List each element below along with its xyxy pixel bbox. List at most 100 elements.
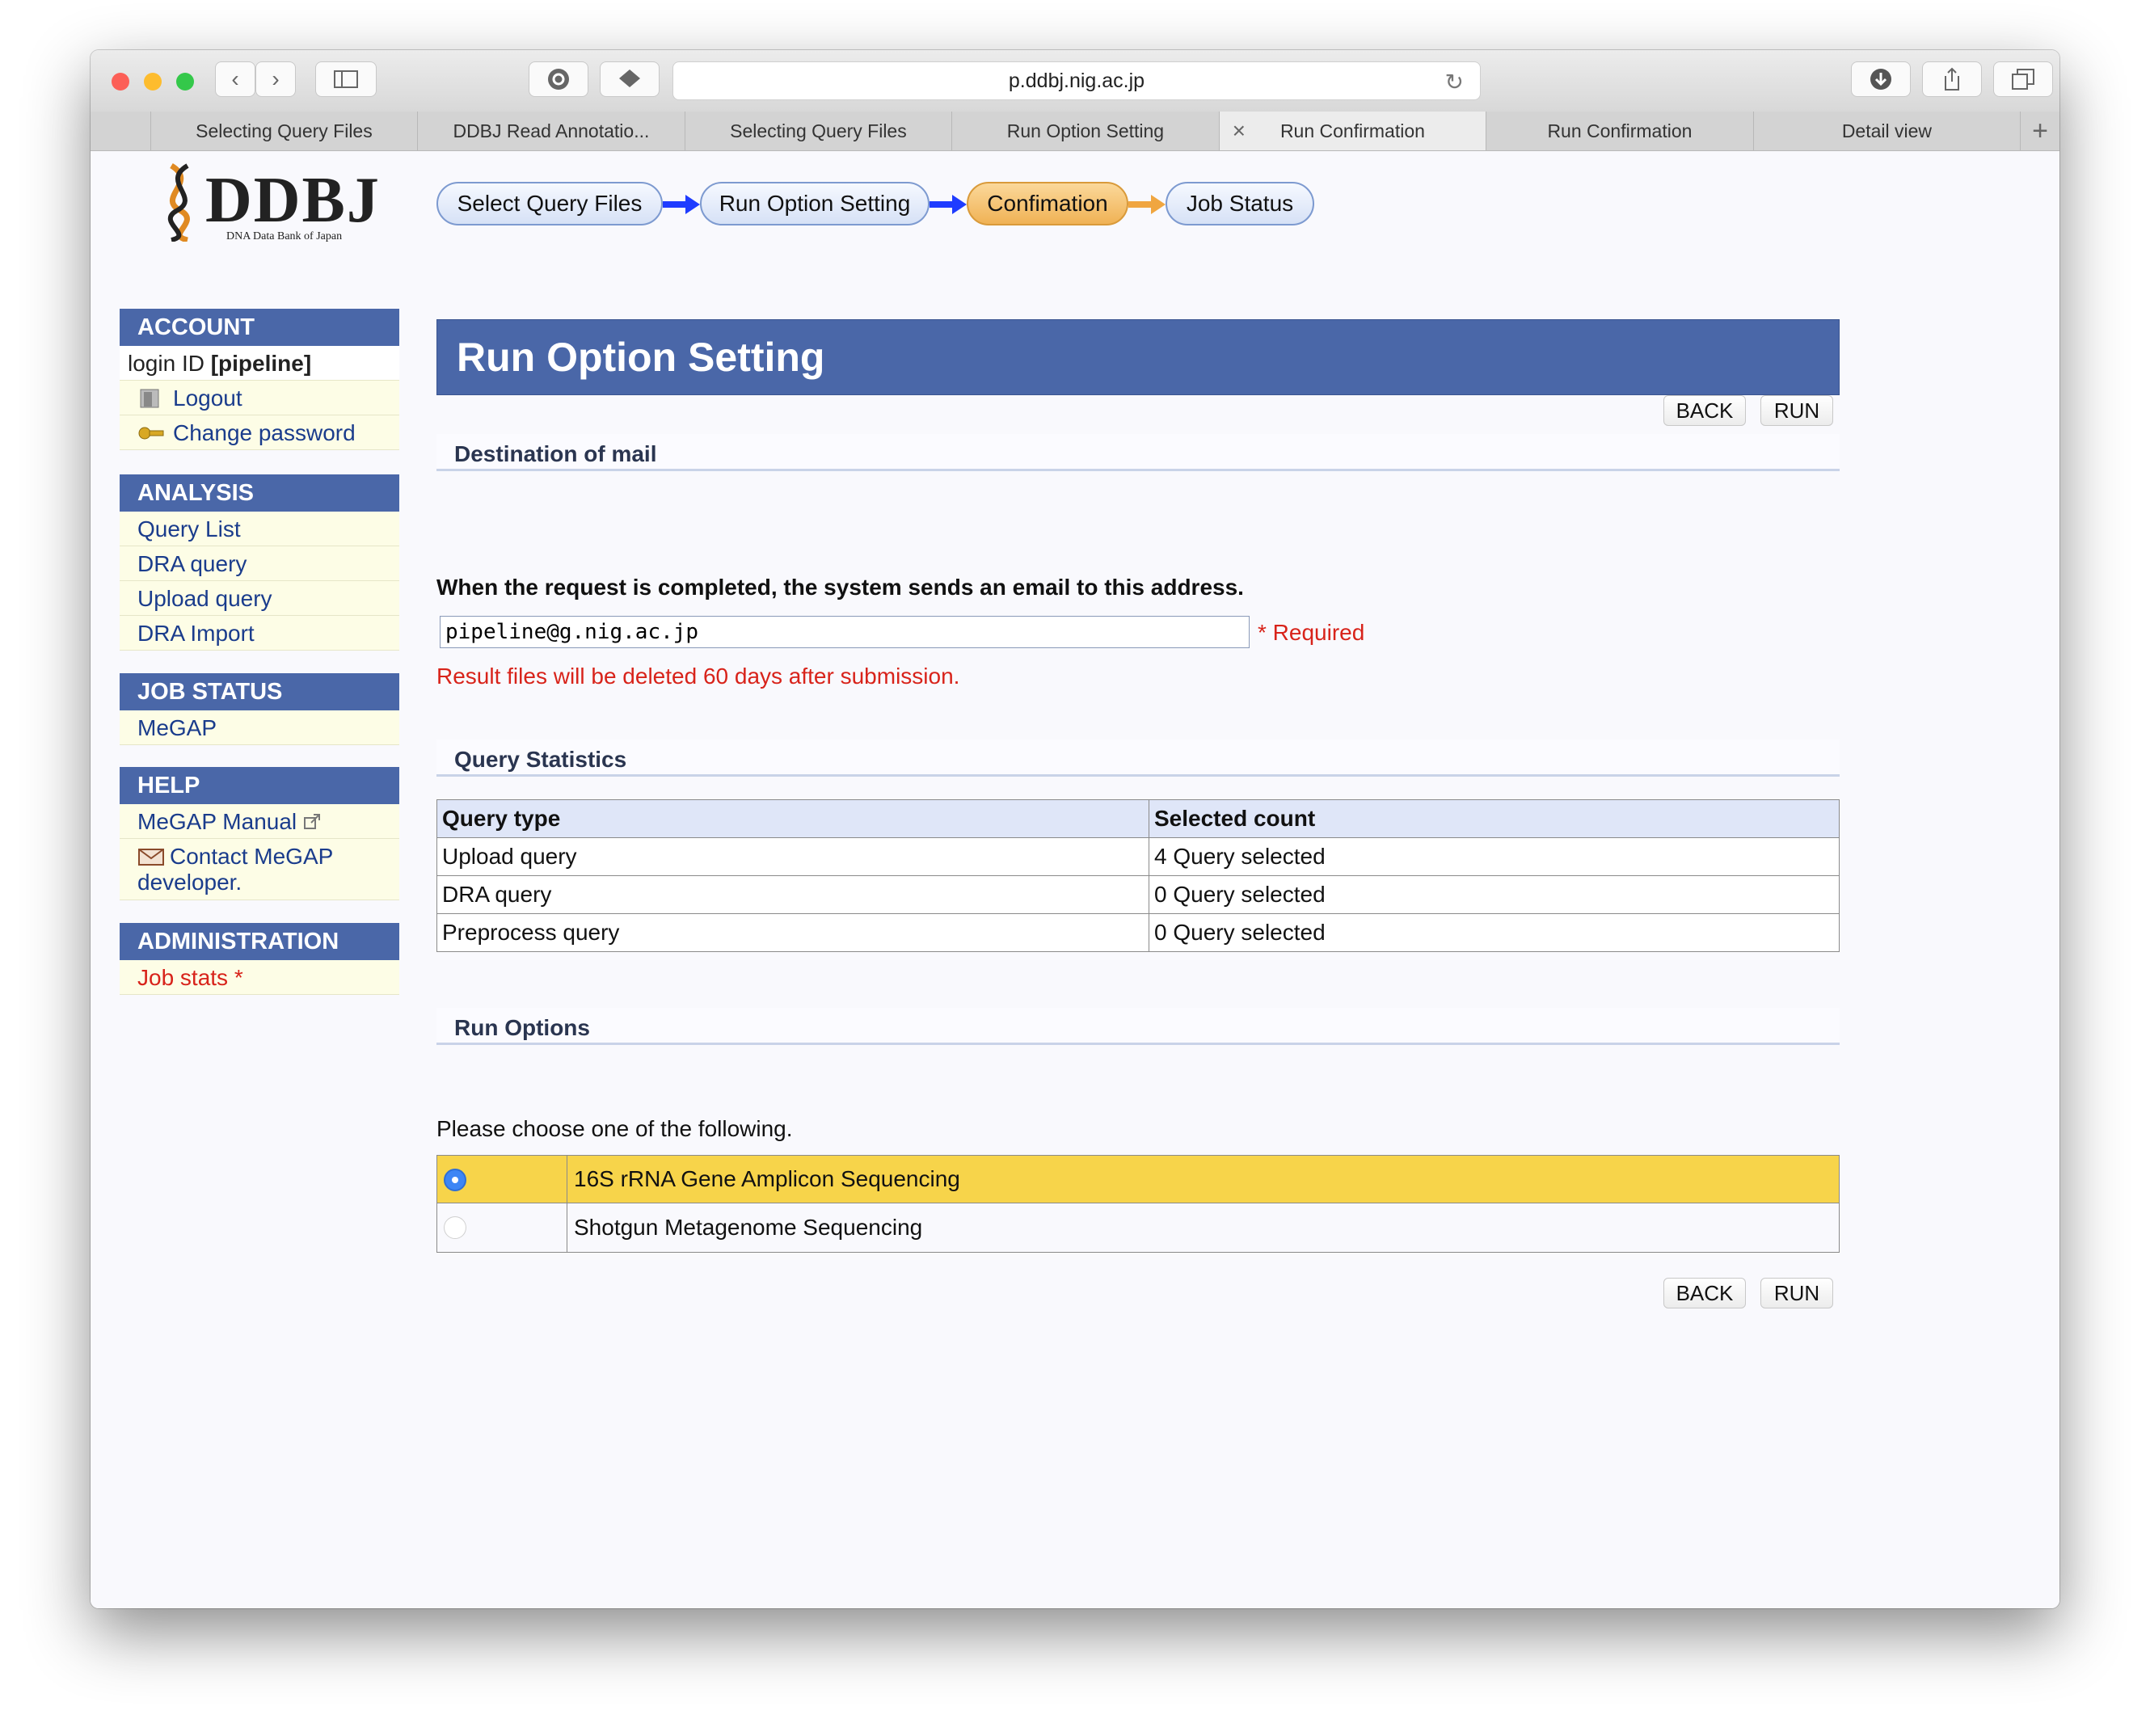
query-statistics-table: Query type Selected count Upload query 4… (436, 799, 1840, 952)
job-status-section: JOB STATUS MeGAP (120, 673, 399, 745)
close-tab-icon[interactable]: × (1233, 118, 1246, 144)
help-heading: HELP (120, 767, 399, 804)
mail-description: When the request is completed, the syste… (436, 575, 1244, 600)
table-row: Preprocess query 0 Query selected (436, 913, 1840, 952)
tab-run-option-setting[interactable]: Run Option Setting (952, 112, 1220, 150)
selected-count-cell: 0 Query selected (1149, 913, 1840, 952)
account-section: ACCOUNT login ID [pipeline] Logout Chang… (120, 309, 399, 450)
column-query-type: Query type (436, 799, 1149, 838)
table-row: DRA query 0 Query selected (436, 875, 1840, 914)
zoom-window-button[interactable] (176, 73, 194, 91)
run-button-top[interactable]: RUN (1760, 395, 1833, 426)
run-button-bottom[interactable]: RUN (1760, 1278, 1833, 1308)
extension-icon (619, 70, 640, 87)
dna-helix-icon (167, 162, 190, 242)
dra-query-link[interactable]: DRA query (120, 546, 399, 581)
plus-icon: + (2032, 115, 2048, 146)
chevron-left-icon: ‹ (231, 66, 239, 91)
tabs-icon (2012, 69, 2034, 90)
megap-job-status-link[interactable]: MeGAP (120, 710, 399, 745)
ddbj-logo[interactable]: DDBJ DNA Data Bank of Japan (149, 161, 379, 242)
query-type-cell: Preprocess query (436, 913, 1149, 952)
selected-count-cell: 4 Query selected (1149, 837, 1840, 876)
browser-toolbar: ‹ › p.ddbj.nig.ac.jp ↻ (91, 50, 2059, 112)
grammarly-extension-button[interactable] (529, 61, 588, 97)
step-select-query-files[interactable]: Select Query Files (436, 182, 663, 225)
back-button-top[interactable]: BACK (1663, 395, 1746, 426)
step-confirmation[interactable]: Confimation (967, 182, 1128, 225)
administration-heading: ADMINISTRATION (120, 923, 399, 960)
logout-link[interactable]: Logout (120, 381, 399, 415)
external-link-icon (303, 814, 320, 829)
option-label: Shotgun Metagenome Sequencing (574, 1215, 923, 1240)
step-arrow-icon (930, 195, 967, 214)
option-16s-amplicon-row[interactable]: 16S rRNA Gene Amplicon Sequencing (437, 1156, 1839, 1203)
required-label: * Required (1258, 620, 1365, 645)
megap-manual-link[interactable]: MeGAP Manual (120, 804, 399, 839)
tab-run-confirmation-active[interactable]: × Run Confirmation (1219, 112, 1487, 150)
job-stats-link[interactable]: Job stats * (120, 960, 399, 995)
tab-ddbj-read-annotation[interactable]: DDBJ Read Annotatio... (418, 112, 685, 150)
dra-import-link[interactable]: DRA Import (120, 616, 399, 651)
account-heading: ACCOUNT (120, 309, 399, 346)
stats-section-heading: Query Statistics (436, 739, 1840, 777)
step-arrow-icon (663, 195, 700, 214)
table-header-row: Query type Selected count (436, 799, 1840, 838)
run-options-heading: Run Options (436, 1008, 1840, 1045)
key-icon (138, 427, 164, 440)
change-password-link[interactable]: Change password (120, 415, 399, 450)
tab-strip: Selecting Query Files DDBJ Read Annotati… (91, 112, 2059, 151)
sidebar-icon (334, 70, 358, 88)
tab-detail-view[interactable]: Detail view (1754, 112, 2021, 150)
job-status-heading: JOB STATUS (120, 673, 399, 710)
upload-query-link[interactable]: Upload query (120, 581, 399, 616)
back-button-bottom[interactable]: BACK (1663, 1278, 1746, 1308)
contact-developer-link[interactable]: Contact MeGAP developer. (120, 839, 399, 900)
table-row: Upload query 4 Query selected (436, 837, 1840, 876)
share-button[interactable] (1922, 61, 1982, 97)
forward-nav-button[interactable]: › (255, 61, 296, 97)
option-shotgun-metagenome-radio[interactable] (444, 1216, 466, 1239)
extension-button[interactable] (600, 61, 660, 97)
query-type-cell: DRA query (436, 875, 1149, 914)
option-label: 16S rRNA Gene Amplicon Sequencing (574, 1166, 960, 1191)
email-field[interactable]: pipeline@g.nig.ac.jp (440, 616, 1250, 648)
minimize-window-button[interactable] (144, 73, 162, 91)
tab-run-confirmation[interactable]: Run Confirmation (1486, 112, 1754, 150)
sidebar-toggle-button[interactable] (315, 61, 377, 97)
tab-selecting-query-files[interactable]: Selecting Query Files (151, 112, 419, 150)
run-options-list: 16S rRNA Gene Amplicon Sequencing Shotgu… (436, 1155, 1840, 1253)
address-bar[interactable]: p.ddbj.nig.ac.jp ↻ (672, 61, 1481, 100)
browser-window: ‹ › p.ddbj.nig.ac.jp ↻ Selecting Query F… (91, 50, 2059, 1608)
step-run-option-setting[interactable]: Run Option Setting (700, 182, 930, 225)
analysis-heading: ANALYSIS (120, 474, 399, 512)
query-list-link[interactable]: Query List (120, 512, 399, 546)
tab-selecting-query-files-2[interactable]: Selecting Query Files (685, 112, 953, 150)
login-id: login ID [pipeline] (120, 346, 399, 381)
chevron-right-icon: › (272, 66, 280, 91)
mail-section-heading: Destination of mail (436, 434, 1840, 471)
administration-section: ADMINISTRATION Job stats * (120, 923, 399, 995)
mail-icon (138, 849, 164, 866)
step-job-status[interactable]: Job Status (1166, 182, 1314, 225)
grammarly-icon (548, 69, 569, 90)
step-arrow-icon (1128, 195, 1166, 214)
tab-overview-button[interactable] (1993, 61, 2053, 97)
back-nav-button[interactable]: ‹ (215, 61, 255, 97)
close-window-button[interactable] (112, 73, 129, 91)
option-shotgun-metagenome-row[interactable]: Shotgun Metagenome Sequencing (437, 1203, 1839, 1252)
deletion-notice: Result files will be deleted 60 days aft… (436, 664, 960, 689)
query-type-cell: Upload query (436, 837, 1149, 876)
page-content: DDBJ DNA Data Bank of Japan ACCOUNT logi… (91, 151, 2059, 1608)
new-tab-button[interactable]: + (2021, 112, 2059, 150)
option-16s-amplicon-radio[interactable] (444, 1169, 466, 1191)
page-title: Run Option Setting (436, 319, 1840, 395)
downloads-button[interactable] (1851, 61, 1911, 97)
column-selected-count: Selected count (1149, 799, 1840, 838)
reload-icon[interactable]: ↻ (1445, 69, 1464, 95)
download-icon (1870, 69, 1891, 90)
logo-text: DDBJ (205, 165, 381, 236)
analysis-section: ANALYSIS Query List DRA query Upload que… (120, 474, 399, 651)
share-icon (1945, 67, 1959, 91)
run-options-prompt: Please choose one of the following. (436, 1116, 793, 1141)
